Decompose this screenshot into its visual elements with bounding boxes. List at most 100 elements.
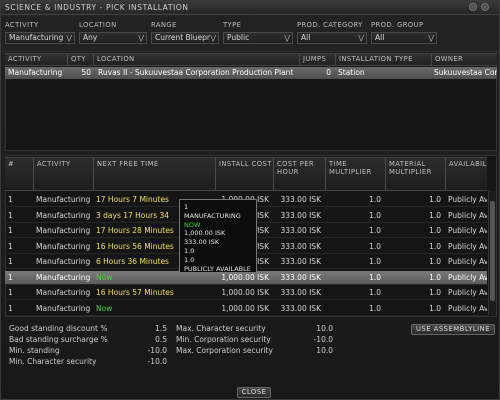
cell-activity: Manufacturing [36, 241, 91, 251]
col-jumps[interactable]: JUMPS [299, 54, 335, 65]
cell-cost-per-hour: 333.00 ISK [280, 272, 321, 282]
col-owner[interactable]: OWNER [431, 54, 497, 65]
location-row[interactable]: Manufacturing 50 Ruvas II - Sukuuvestaa … [5, 67, 497, 79]
cell-availability: Publicly Ava [448, 272, 487, 282]
cell-cost-per-hour: 333.00 ISK [280, 210, 321, 220]
tooltip-line: 333.00 ISK [184, 238, 220, 247]
cell-cost-per-hour: 333.00 ISK [280, 257, 321, 266]
cell-time-multiplier: 1.0 [369, 303, 381, 313]
window-titlebar[interactable]: SCIENCE & INDUSTRY - PICK INSTALLATION [1, 1, 499, 15]
col-installation-type[interactable]: INSTALLATION TYPE [335, 54, 431, 65]
location-filter-value: Any [83, 33, 98, 42]
cell-activity: Manufacturing [36, 195, 91, 204]
use-assemblyline-button[interactable]: USE ASSEMBLYLINE [411, 324, 495, 335]
cell-time-multiplier: 1.0 [369, 272, 381, 282]
cell-activity: Manufacturing [36, 257, 91, 266]
cell-cost-per-hour: 333.00 ISK [280, 226, 321, 235]
cell-availability: Publicly Ava [448, 241, 487, 251]
standing-label: Bad standing surcharge % [9, 335, 108, 344]
standing-value: -10.0 [147, 357, 167, 366]
col-next-free-time[interactable]: NEXT FREE TIME [93, 158, 215, 190]
cell-material-multiplier: 1.0 [429, 288, 441, 297]
tooltip-line: 1.0 [184, 246, 195, 255]
tooltip-line: MANUFACTURING [184, 211, 241, 220]
type-filter-select[interactable]: Public ⋁ [223, 32, 293, 44]
prod-group-filter-label: PROD. GROUP [371, 21, 424, 29]
minimize-icon[interactable] [469, 3, 477, 11]
chevron-down-icon: ⋁ [66, 34, 72, 42]
col-location[interactable]: LOCATION [93, 54, 299, 65]
cell-next-free-time: 16 Hours 57 Minutes [96, 288, 174, 297]
cell-activity: Manufacturing [8, 68, 63, 77]
chevron-down-icon: ⋁ [210, 34, 216, 42]
cell-activity: Manufacturing [36, 303, 91, 313]
type-filter-value: Public [227, 33, 250, 42]
security-label: Max. Character security [176, 324, 266, 333]
standing-label: Good standing discount % [9, 324, 108, 333]
cell-availability: Publicly Ava [448, 226, 487, 235]
col-qty[interactable]: QTY [67, 54, 93, 65]
security-value: -10.0 [313, 335, 333, 344]
cell-activity: Manufacturing [36, 272, 91, 282]
cell-number: 1 [8, 195, 13, 204]
prod-group-filter-select[interactable]: All ⋁ [371, 32, 437, 44]
prod-category-filter-select[interactable]: All ⋁ [297, 32, 367, 44]
col-number[interactable]: # [5, 158, 33, 190]
range-filter-select[interactable]: Current Bluepr ⋁ [151, 32, 219, 44]
line-tooltip: 1 MANUFACTURING NOW 1,000.00 ISK 333.00 … [179, 199, 257, 273]
activity-filter-value: Manufacturing [9, 33, 64, 42]
cell-installation-type: Station [338, 68, 365, 77]
cell-material-multiplier: 1.0 [429, 210, 441, 220]
tooltip-line: 1,000.00 ISK [184, 229, 226, 238]
cell-number: 1 [8, 288, 13, 297]
tooltip-line: NOW [184, 220, 201, 229]
cell-number: 1 [8, 272, 13, 282]
security-label: Max. Corporation security [176, 346, 273, 355]
cell-install-cost: 1,000.00 ISK [221, 288, 269, 297]
cell-next-free-time: Now [96, 303, 113, 313]
standing-value: 1.5 [155, 324, 167, 333]
cell-cost-per-hour: 333.00 ISK [280, 241, 321, 251]
cell-cost-per-hour: 333.00 ISK [280, 195, 321, 204]
chevron-down-icon: ⋁ [284, 34, 290, 42]
type-filter-label: TYPE [223, 21, 242, 29]
scrollbar-thumb[interactable] [490, 201, 495, 301]
cell-time-multiplier: 1.0 [369, 210, 381, 220]
assembly-lines-header: # ACTIVITY NEXT FREE TIME INSTALL COST C… [5, 157, 487, 191]
chevron-down-icon: ⋁ [428, 34, 434, 42]
cell-jumps: 0 [326, 68, 331, 77]
cell-location: Ruvas II - Sukuuvestaa Corporation Produ… [98, 68, 294, 77]
col-activity[interactable]: ACTIVITY [5, 54, 67, 65]
assembly-lines-scrollbar[interactable] [488, 191, 496, 315]
location-filter-select[interactable]: Any ⋁ [79, 32, 147, 44]
cell-number: 1 [8, 210, 13, 220]
cell-material-multiplier: 1.0 [429, 257, 441, 266]
prod-category-filter-label: PROD. CATEGORY [297, 21, 363, 29]
col-cost-per-hour[interactable]: COST PER HOUR [273, 158, 325, 190]
locations-header: ACTIVITY QTY LOCATION JUMPS INSTALLATION… [5, 53, 497, 66]
col-availability[interactable]: AVAILABILITY [445, 158, 487, 190]
assembly-line-row[interactable]: 1 Manufacturing Now 1,000.00 ISK 333.00 ISK 1… [5, 302, 487, 316]
cell-activity: Manufacturing [36, 210, 91, 220]
col-line-activity[interactable]: ACTIVITY [33, 158, 93, 190]
close-button[interactable]: CLOSE [237, 387, 271, 398]
standing-label: Min. Character security [9, 357, 97, 366]
close-icon[interactable] [481, 3, 489, 11]
prod-category-filter-value: All [301, 33, 311, 42]
cell-availability: Publicly Ava [448, 303, 487, 313]
cell-time-multiplier: 1.0 [369, 288, 381, 297]
prod-group-filter-value: All [375, 33, 385, 42]
standing-value: 0.5 [155, 335, 167, 344]
chevron-down-icon: ⋁ [138, 34, 144, 42]
pick-installation-window: SCIENCE & INDUSTRY - PICK INSTALLATION A… [0, 0, 500, 400]
cell-time-multiplier: 1.0 [369, 241, 381, 251]
col-time-multiplier[interactable]: TIME MULTIPLIER [325, 158, 385, 190]
cell-material-multiplier: 1.0 [429, 303, 441, 313]
cell-material-multiplier: 1.0 [429, 241, 441, 251]
col-material-multiplier[interactable]: MATERIAL MULTIPLIER [385, 158, 445, 190]
col-install-cost[interactable]: INSTALL COST [215, 158, 273, 190]
tooltip-line: 1.0 [184, 255, 195, 264]
assembly-line-row[interactable]: 1 Manufacturing 16 Hours 57 Minutes 1,000.0… [5, 286, 487, 300]
activity-filter-select[interactable]: Manufacturing ⋁ [5, 32, 75, 44]
cell-qty: 50 [81, 68, 91, 77]
